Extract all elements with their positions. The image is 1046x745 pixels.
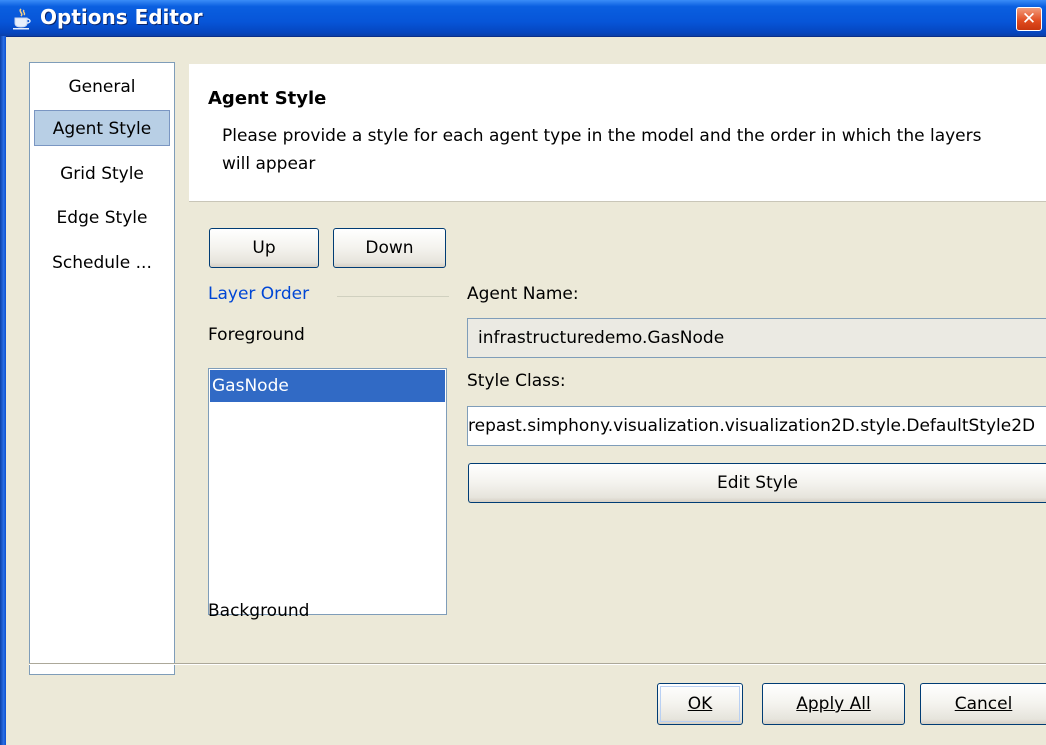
cancel-label: Cancel xyxy=(954,694,1013,714)
layer-order-list[interactable]: GasNode xyxy=(208,368,447,615)
category-list[interactable]: General Agent Style Grid Style Edge Styl… xyxy=(29,62,175,675)
page-title: Agent Style xyxy=(208,88,327,109)
footer-divider xyxy=(29,663,1046,665)
apply-all-label: Apply All xyxy=(796,694,871,714)
style-class-label: Style Class: xyxy=(467,371,566,391)
background-label: Background xyxy=(208,601,310,621)
layer-order-divider xyxy=(337,296,449,297)
nav-item-label: General xyxy=(68,77,136,97)
nav-item-edge-style[interactable]: Edge Style xyxy=(34,200,170,236)
nav-item-grid-style[interactable]: Grid Style xyxy=(34,156,170,192)
java-cup-icon xyxy=(13,8,31,30)
nav-item-label: Edge Style xyxy=(56,208,148,228)
agent-name-field: infrastructuredemo.GasNode xyxy=(467,318,1046,358)
window-border xyxy=(0,36,6,745)
ok-button[interactable]: OK xyxy=(657,683,743,725)
title-bar[interactable]: Options Editor ✕ xyxy=(0,0,1046,37)
nav-item-schedule[interactable]: Schedule ... xyxy=(34,245,170,281)
close-button[interactable]: ✕ xyxy=(1016,7,1042,31)
nav-item-agent-style[interactable]: Agent Style xyxy=(34,110,170,146)
up-button[interactable]: Up xyxy=(209,228,319,268)
down-button[interactable]: Down xyxy=(333,228,446,268)
cancel-button[interactable]: Cancel xyxy=(920,683,1046,725)
edit-style-button[interactable]: Edit Style xyxy=(468,463,1046,503)
agent-name-label: Agent Name: xyxy=(467,284,579,304)
window-title: Options Editor xyxy=(40,5,203,29)
apply-all-button[interactable]: Apply All xyxy=(762,683,905,725)
page-description: Please provide a style for each agent ty… xyxy=(222,126,982,174)
nav-item-label: Grid Style xyxy=(60,164,144,184)
ok-label: OK xyxy=(687,694,713,714)
list-item[interactable]: GasNode xyxy=(210,370,445,402)
layer-order-heading: Layer Order xyxy=(208,284,310,304)
nav-item-general[interactable]: General xyxy=(34,69,170,105)
close-icon: ✕ xyxy=(1021,9,1037,29)
header-panel: Agent Style Please provide a style for e… xyxy=(189,64,1046,202)
nav-item-label: Schedule ... xyxy=(52,253,152,273)
nav-item-label: Agent Style xyxy=(52,119,152,139)
foreground-label: Foreground xyxy=(208,325,305,345)
style-class-field[interactable]: repast.simphony.visualization.visualizat… xyxy=(467,406,1046,446)
